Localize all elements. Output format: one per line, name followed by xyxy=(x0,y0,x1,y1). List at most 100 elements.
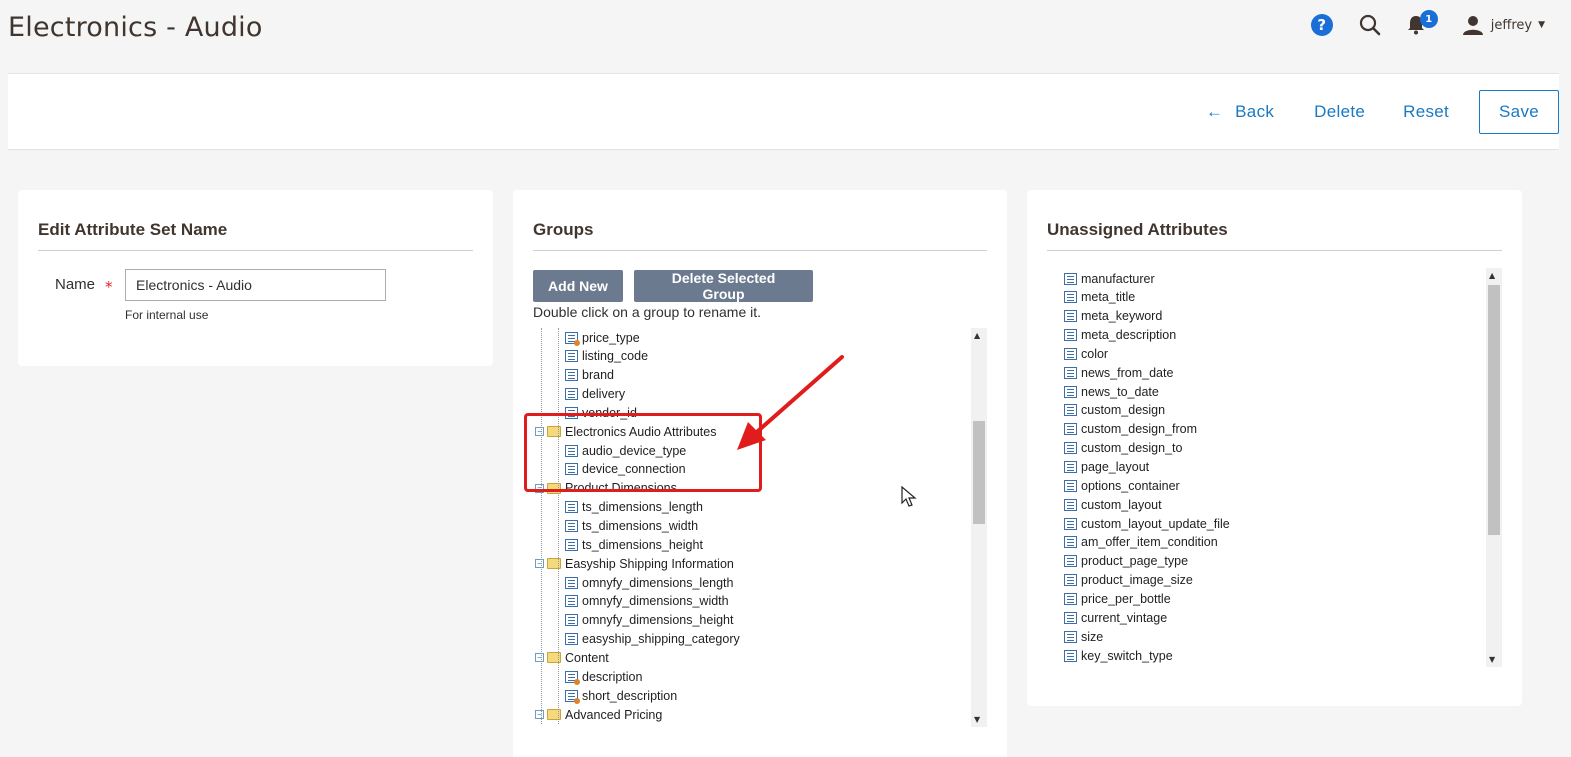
save-button[interactable]: Save xyxy=(1479,90,1559,134)
groups-panel-title: Groups xyxy=(533,220,594,239)
tree-label: ts_dimensions_width xyxy=(582,519,699,533)
scroll-down-icon[interactable]: ▼ xyxy=(1489,655,1495,664)
unassigned-list-scrollbar[interactable]: ▲ ▼ xyxy=(1486,268,1502,667)
attribute-icon xyxy=(565,633,578,646)
unassigned-attributes-list[interactable]: ▲ ▼ manufacturer meta_title meta_keyword me… xyxy=(1064,268,1502,667)
tree-attribute[interactable]: brand xyxy=(565,366,614,385)
tree-attribute[interactable]: omnyfy_dimensions_width xyxy=(565,592,729,611)
unassigned-attribute[interactable]: meta_title xyxy=(1064,288,1135,307)
attribute-icon xyxy=(565,689,580,704)
attribute-icon xyxy=(1064,272,1077,285)
attribute-icon xyxy=(1064,592,1077,605)
collapse-toggle-icon[interactable]: − xyxy=(535,710,544,719)
user-menu[interactable]: jeffrey ▼ xyxy=(1462,15,1545,35)
page-title: Electronics - Audio xyxy=(8,12,263,43)
unassigned-attribute[interactable]: am_offer_item_condition xyxy=(1064,533,1218,552)
scroll-thumb[interactable] xyxy=(1488,285,1500,535)
edit-attribute-set-panel: Edit Attribute Set Name Name * For inter… xyxy=(18,190,493,366)
delete-button[interactable]: Delete xyxy=(1300,90,1379,134)
unassigned-attribute[interactable]: product_page_type xyxy=(1064,552,1188,571)
unassigned-attribute[interactable]: key_switch_type xyxy=(1064,646,1173,665)
scroll-up-icon[interactable]: ▲ xyxy=(1489,271,1495,280)
attribute-icon xyxy=(1064,329,1077,342)
scroll-down-icon[interactable]: ▼ xyxy=(974,715,980,724)
attribute-label: news_from_date xyxy=(1081,365,1174,380)
delete-selected-group-button[interactable]: Delete Selected Group xyxy=(634,270,813,302)
attribute-icon xyxy=(565,520,578,532)
notification-count-badge: 1 xyxy=(1419,10,1438,28)
unassigned-attribute[interactable]: custom_design xyxy=(1064,401,1165,420)
scroll-thumb[interactable] xyxy=(973,421,985,524)
tree-group[interactable]: − Content xyxy=(535,648,609,667)
rename-hint: Double click on a group to rename it. xyxy=(533,304,762,320)
attribute-icon xyxy=(1064,498,1077,511)
required-mark: * xyxy=(105,278,113,296)
attribute-icon xyxy=(565,350,578,363)
groups-tree-scrollbar[interactable]: ▲ ▼ xyxy=(971,328,987,727)
tree-attribute[interactable]: ts_dimensions_length xyxy=(565,498,703,517)
unassigned-attribute[interactable]: custom_layout xyxy=(1064,495,1162,514)
unassigned-attribute[interactable]: news_from_date xyxy=(1064,363,1173,382)
tree-group[interactable]: − Advanced Pricing xyxy=(535,705,662,724)
tree-attribute[interactable]: price_type xyxy=(565,328,640,347)
attribute-label: am_offer_item_condition xyxy=(1081,535,1218,550)
tree-label: brand xyxy=(582,368,614,383)
unassigned-attribute[interactable]: news_to_date xyxy=(1064,382,1159,401)
attribute-label: current_vintage xyxy=(1081,610,1168,625)
tree-attribute[interactable]: omnyfy_dimensions_length xyxy=(565,573,733,592)
tree-attribute[interactable]: description xyxy=(565,667,642,686)
tree-attribute[interactable]: listing_code xyxy=(565,347,648,366)
divider xyxy=(533,250,987,251)
unassigned-attribute[interactable]: meta_description xyxy=(1064,326,1176,345)
page-actions-bar: ← Back Delete Reset Save xyxy=(8,73,1559,150)
attribute-icon xyxy=(1064,366,1077,379)
add-new-group-button[interactable]: Add New xyxy=(533,270,623,302)
tree-attribute[interactable]: easyship_shipping_category xyxy=(565,630,740,649)
unassigned-attribute[interactable]: color xyxy=(1064,344,1108,363)
unassigned-attribute[interactable]: custom_layout_update_file xyxy=(1064,514,1230,533)
tree-attribute[interactable]: ts_dimensions_height xyxy=(565,535,703,554)
name-input[interactable] xyxy=(125,269,386,301)
unassigned-attribute[interactable]: price_per_bottle xyxy=(1064,589,1171,608)
unassigned-attribute[interactable]: custom_design_to xyxy=(1064,439,1182,458)
collapse-toggle-icon[interactable]: − xyxy=(535,653,544,663)
attribute-label: custom_design_to xyxy=(1081,441,1183,456)
attribute-icon xyxy=(1064,630,1077,643)
unassigned-attribute[interactable]: meta_keyword xyxy=(1064,307,1162,326)
attribute-icon xyxy=(1064,442,1077,455)
unassigned-attribute[interactable]: options_container xyxy=(1064,476,1180,495)
attribute-icon xyxy=(565,501,578,514)
tree-attribute[interactable]: delivery xyxy=(565,385,625,404)
user-icon xyxy=(1462,16,1483,35)
help-icon[interactable]: ? xyxy=(1310,14,1333,36)
tree-label: price_type xyxy=(582,330,640,345)
tree-attribute[interactable]: ts_dimensions_width xyxy=(565,517,698,536)
attribute-icon xyxy=(1064,385,1077,398)
search-icon[interactable] xyxy=(1359,14,1381,36)
attribute-label: custom_layout xyxy=(1081,497,1162,512)
scroll-up-icon[interactable]: ▲ xyxy=(974,331,980,340)
attribute-icon xyxy=(565,670,580,685)
name-label: Name xyxy=(55,276,96,293)
reset-button[interactable]: Reset xyxy=(1389,90,1463,134)
back-button[interactable]: ← Back xyxy=(1192,90,1288,134)
attribute-icon xyxy=(565,538,578,551)
tree-group[interactable]: − Easyship Shipping Information xyxy=(535,554,734,573)
unassigned-attribute[interactable]: custom_design_from xyxy=(1064,420,1197,439)
bell-icon[interactable]: 1 xyxy=(1407,10,1438,35)
unassigned-attribute[interactable]: current_vintage xyxy=(1064,608,1167,627)
attribute-icon xyxy=(565,369,578,382)
unassigned-attribute[interactable]: product_image_size xyxy=(1064,571,1193,590)
attribute-icon xyxy=(1064,404,1077,417)
unassigned-attribute[interactable]: page_layout xyxy=(1064,458,1149,477)
attribute-label: product_image_size xyxy=(1081,573,1193,588)
attribute-label: color xyxy=(1081,346,1109,361)
tree-attribute[interactable]: short_description xyxy=(565,686,677,705)
unassigned-attribute[interactable]: manufacturer xyxy=(1064,269,1155,288)
attribute-icon xyxy=(1064,291,1077,304)
unassigned-attribute[interactable]: size xyxy=(1064,627,1103,646)
collapse-toggle-icon[interactable]: − xyxy=(535,559,544,569)
tree-attribute[interactable]: omnyfy_dimensions_height xyxy=(565,611,733,630)
divider xyxy=(38,250,473,251)
tree-label: omnyfy_dimensions_length xyxy=(582,575,734,590)
